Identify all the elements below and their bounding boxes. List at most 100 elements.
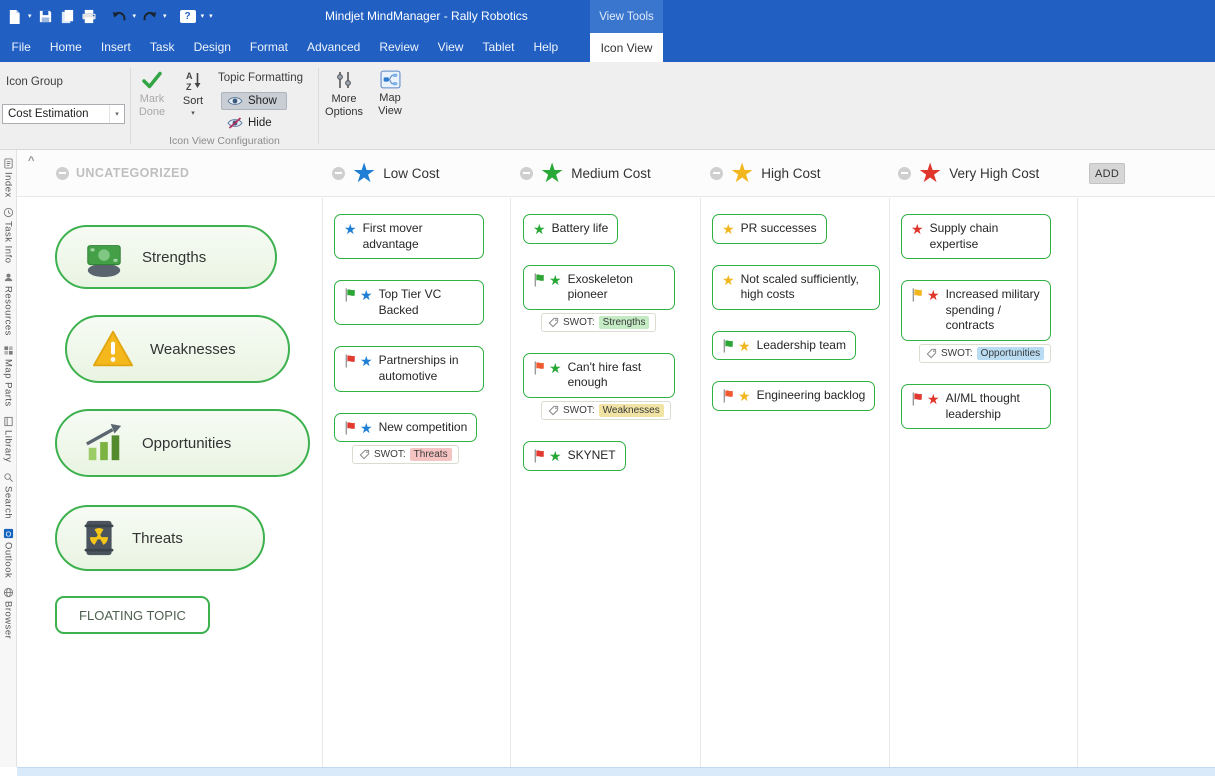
print-icon[interactable] [81, 8, 98, 25]
sort-button[interactable]: AZ Sort ▾ [175, 70, 211, 117]
topic-weaknesses[interactable]: Weaknesses [65, 315, 290, 383]
show-button[interactable]: Show [221, 92, 287, 110]
card-group: ★PR successes [712, 214, 827, 244]
card-icons: ★ [344, 420, 373, 435]
help-dropdown-icon[interactable]: ▾ [201, 13, 205, 20]
save-icon[interactable] [37, 8, 54, 25]
menu-tab-review[interactable]: Review [370, 33, 428, 62]
ribbon-group-caption: Icon View Configuration [131, 135, 318, 147]
topic-card[interactable]: ★Battery life [523, 214, 618, 244]
column-header-medium-cost: ★Medium Cost [520, 150, 651, 196]
topic-card[interactable]: ★Supply chain expertise [901, 214, 1051, 259]
mark-done-button[interactable]: Mark Done [132, 70, 172, 118]
topic-card[interactable]: ★Leadership team [712, 331, 856, 361]
add-column-button[interactable]: ADD [1089, 163, 1125, 184]
view-tools-contextual-tab[interactable]: View Tools [590, 0, 663, 33]
collapse-column-icon[interactable] [332, 167, 345, 180]
collapse-column-icon[interactable] [56, 167, 69, 180]
topic-card[interactable]: ★Not scaled sufficiently, high costs [712, 265, 880, 310]
side-panel-item-index[interactable]: Index [3, 158, 14, 198]
column-low-cost: ★First mover advantage★Top Tier VC Backe… [334, 198, 484, 485]
star-icon: ★ [927, 392, 940, 406]
side-panel: Index Task Info Resources Map Parts Library S… [0, 150, 17, 767]
new-document-icon[interactable] [6, 8, 23, 25]
card-group: ★Supply chain expertise [901, 214, 1051, 259]
new-document-dropdown-icon[interactable]: ▾ [28, 13, 32, 20]
menu-tab-advanced[interactable]: Advanced [297, 33, 369, 62]
side-panel-item-browser[interactable]: Browser [3, 587, 14, 639]
menu-tab-design[interactable]: Design [184, 33, 240, 62]
menu-tab-home[interactable]: Home [40, 33, 91, 62]
redo-dropdown-icon[interactable]: ▾ [163, 13, 167, 20]
tab-icon-view[interactable]: Icon View [590, 33, 663, 62]
hide-button[interactable]: Hide [221, 114, 282, 132]
map-view-label: Map View [369, 92, 411, 117]
topic-card[interactable]: ★Engineering backlog [712, 381, 875, 411]
side-panel-item-map-parts[interactable]: Map Parts [3, 345, 14, 407]
menu-tab-insert[interactable]: Insert [91, 33, 140, 62]
save-as-icon[interactable] [59, 8, 76, 25]
topic-opportunities[interactable]: Opportunities [55, 409, 310, 477]
map-view-button[interactable]: Map View [369, 70, 411, 117]
side-panel-item-resources[interactable]: Resources [3, 272, 14, 336]
undo-icon[interactable] [111, 8, 128, 25]
topic-card[interactable]: ★SKYNET [523, 441, 626, 471]
swot-tag[interactable]: SWOT:Weaknesses [541, 401, 671, 420]
collapse-column-icon[interactable] [520, 167, 533, 180]
svg-text:O: O [5, 529, 11, 538]
side-panel-item-search[interactable]: Search [3, 472, 14, 519]
card-icons: ★ [533, 272, 562, 287]
topic-card[interactable]: ★Increased military spending / contracts [901, 280, 1051, 341]
card-icons: ★ [344, 353, 373, 368]
growth-chart-icon [81, 422, 127, 464]
flag-icon [533, 361, 546, 375]
collapse-chevron-icon[interactable]: ^ [28, 155, 34, 167]
side-panel-item-library[interactable]: Library [3, 416, 14, 463]
index-icon [3, 158, 14, 169]
card-label: Engineering backlog [757, 388, 866, 404]
menu-tab-help[interactable]: Help [524, 33, 568, 62]
menu-tab-view[interactable]: View [428, 33, 473, 62]
card-label: Top Tier VC Backed [379, 287, 474, 318]
undo-dropdown-icon[interactable]: ▾ [133, 13, 137, 20]
topic-strengths[interactable]: Strengths [55, 225, 277, 289]
flag-icon [344, 354, 357, 368]
tag-icon [926, 348, 937, 359]
column-separator [322, 198, 323, 767]
help-icon[interactable]: ? [180, 10, 196, 23]
star-icon: ★ [549, 449, 562, 463]
flag-icon [533, 449, 546, 463]
menu-tab-file[interactable]: File [2, 33, 40, 62]
card-icons: ★ [911, 221, 924, 236]
topic-threats[interactable]: Threats [55, 505, 265, 571]
swot-tag[interactable]: SWOT:Threats [352, 445, 459, 464]
menu-tab-format[interactable]: Format [240, 33, 297, 62]
menu-tab-task[interactable]: Task [140, 33, 184, 62]
topic-card[interactable]: ★Partnerships in automotive [334, 346, 484, 391]
topic-card[interactable]: ★First mover advantage [334, 214, 484, 259]
flag-icon [722, 389, 735, 403]
star-icon: ★ [352, 160, 376, 187]
horizontal-scrollbar[interactable] [17, 767, 1215, 776]
more-options-button[interactable]: More Options [320, 70, 368, 118]
topic-card[interactable]: ★Top Tier VC Backed [334, 280, 484, 325]
flag-icon [344, 288, 357, 302]
topic-card[interactable]: ★Exoskeleton pioneer [523, 265, 675, 310]
collapse-column-icon[interactable] [898, 167, 911, 180]
side-panel-item-outlook[interactable]: OOutlook [3, 528, 14, 578]
floating-topic[interactable]: FLOATING TOPIC [55, 596, 210, 634]
swot-tag[interactable]: SWOT:Strengths [541, 313, 656, 332]
icon-group-select[interactable]: Cost Estimation ▾ [2, 104, 125, 124]
swot-tag[interactable]: SWOT:Opportunities [919, 344, 1051, 363]
qat-customize-icon[interactable]: ▾ [209, 13, 213, 20]
topic-card[interactable]: ★New competition [334, 413, 477, 443]
collapse-column-icon[interactable] [710, 167, 723, 180]
menu-tab-tablet[interactable]: Tablet [473, 33, 524, 62]
card-icons: ★ [722, 338, 751, 353]
redo-icon[interactable] [141, 8, 158, 25]
card-group: ★First mover advantage [334, 214, 484, 259]
topic-card[interactable]: ★Can't hire fast enough [523, 353, 675, 398]
side-panel-item-task-info[interactable]: Task Info [3, 207, 14, 264]
topic-card[interactable]: ★AI/ML thought leadership [901, 384, 1051, 429]
topic-card[interactable]: ★PR successes [712, 214, 827, 244]
